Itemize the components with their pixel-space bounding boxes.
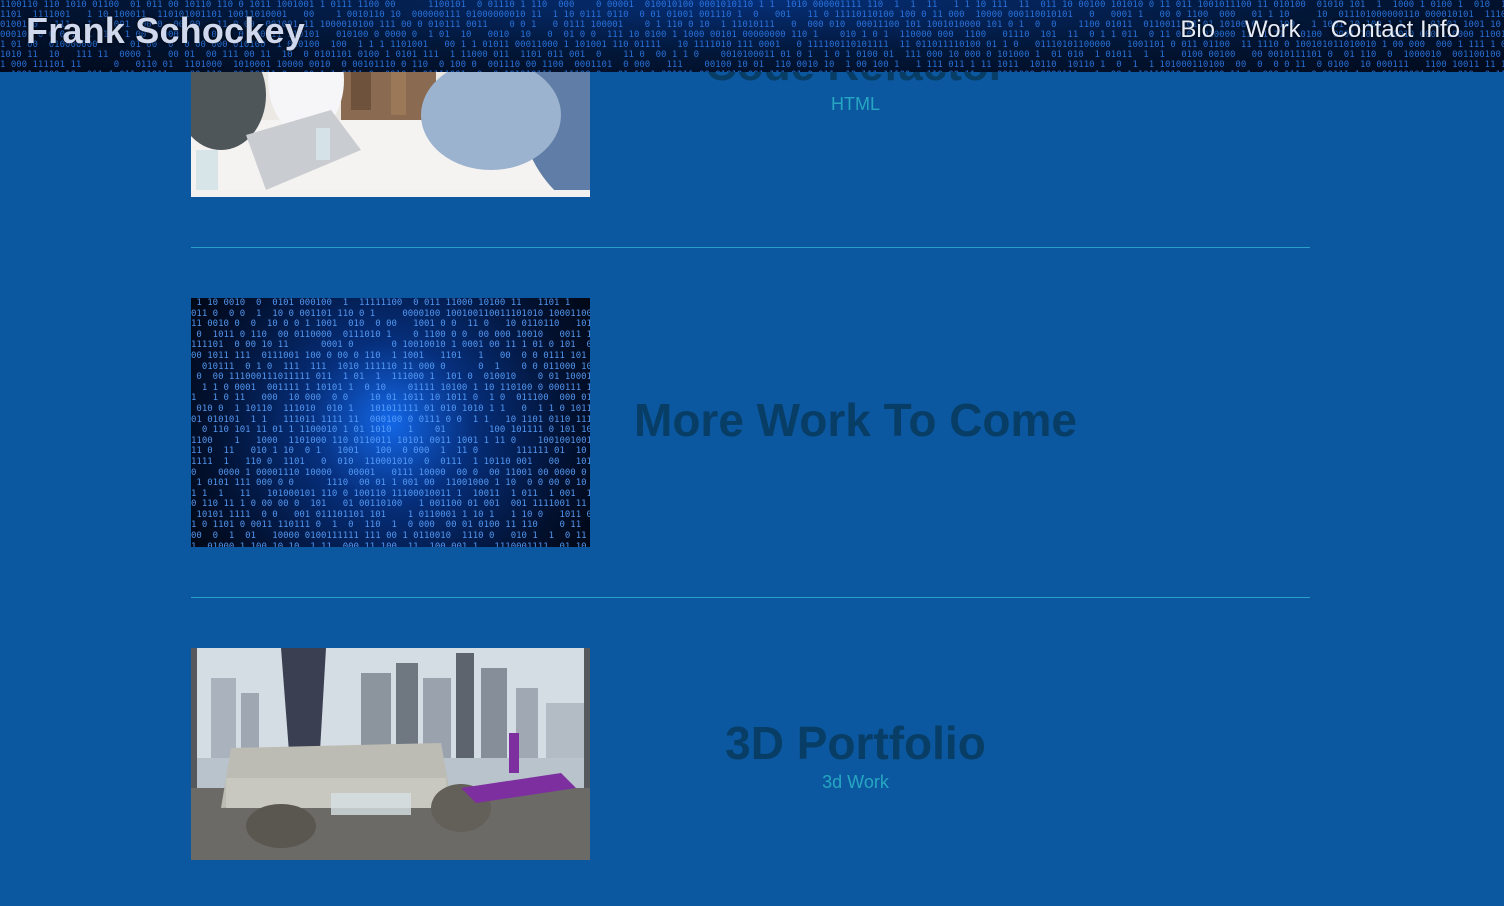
site-brand[interactable]: Frank Schockey [26, 10, 305, 52]
site-header: 1100110 110 1010 01100 01 011 00 10110 1… [0, 0, 1504, 72]
nav-link-work[interactable]: Work [1245, 16, 1301, 44]
main-nav: Bio Work Contact Info [1180, 16, 1460, 44]
work-title[interactable]: 3D Portfolio [590, 720, 1121, 766]
page: 1100110 110 1010 01100 01 011 00 10110 1… [0, 0, 1504, 906]
section-divider [191, 597, 1310, 598]
3d-living-room-render [191, 648, 590, 860]
nav-link-contact-info[interactable]: Contact Info [1331, 16, 1460, 44]
work-item-more-work: 1 10 0010 0 0101 000100 1 11111100 0 011… [191, 298, 1310, 547]
work-item-info: 3D Portfolio 3d Work [590, 720, 1121, 793]
work-item-3d-portfolio: 3D Portfolio 3d Work [191, 648, 1310, 860]
work-thumbnail-3d-living-room[interactable] [191, 648, 590, 860]
work-title[interactable]: More Work To Come [590, 397, 1121, 443]
work-item-info: More Work To Come [590, 397, 1121, 443]
binary-code-image: 1 10 0010 0 0101 000100 1 11111100 0 011… [191, 298, 590, 547]
work-subtitle: HTML [831, 94, 880, 114]
work-subtitle: 3d Work [822, 772, 889, 792]
work-thumbnail-binary-code[interactable]: 1 10 0010 0 0101 000100 1 11111100 0 011… [191, 298, 590, 547]
section-divider [191, 247, 1310, 248]
nav-link-bio[interactable]: Bio [1180, 16, 1215, 44]
